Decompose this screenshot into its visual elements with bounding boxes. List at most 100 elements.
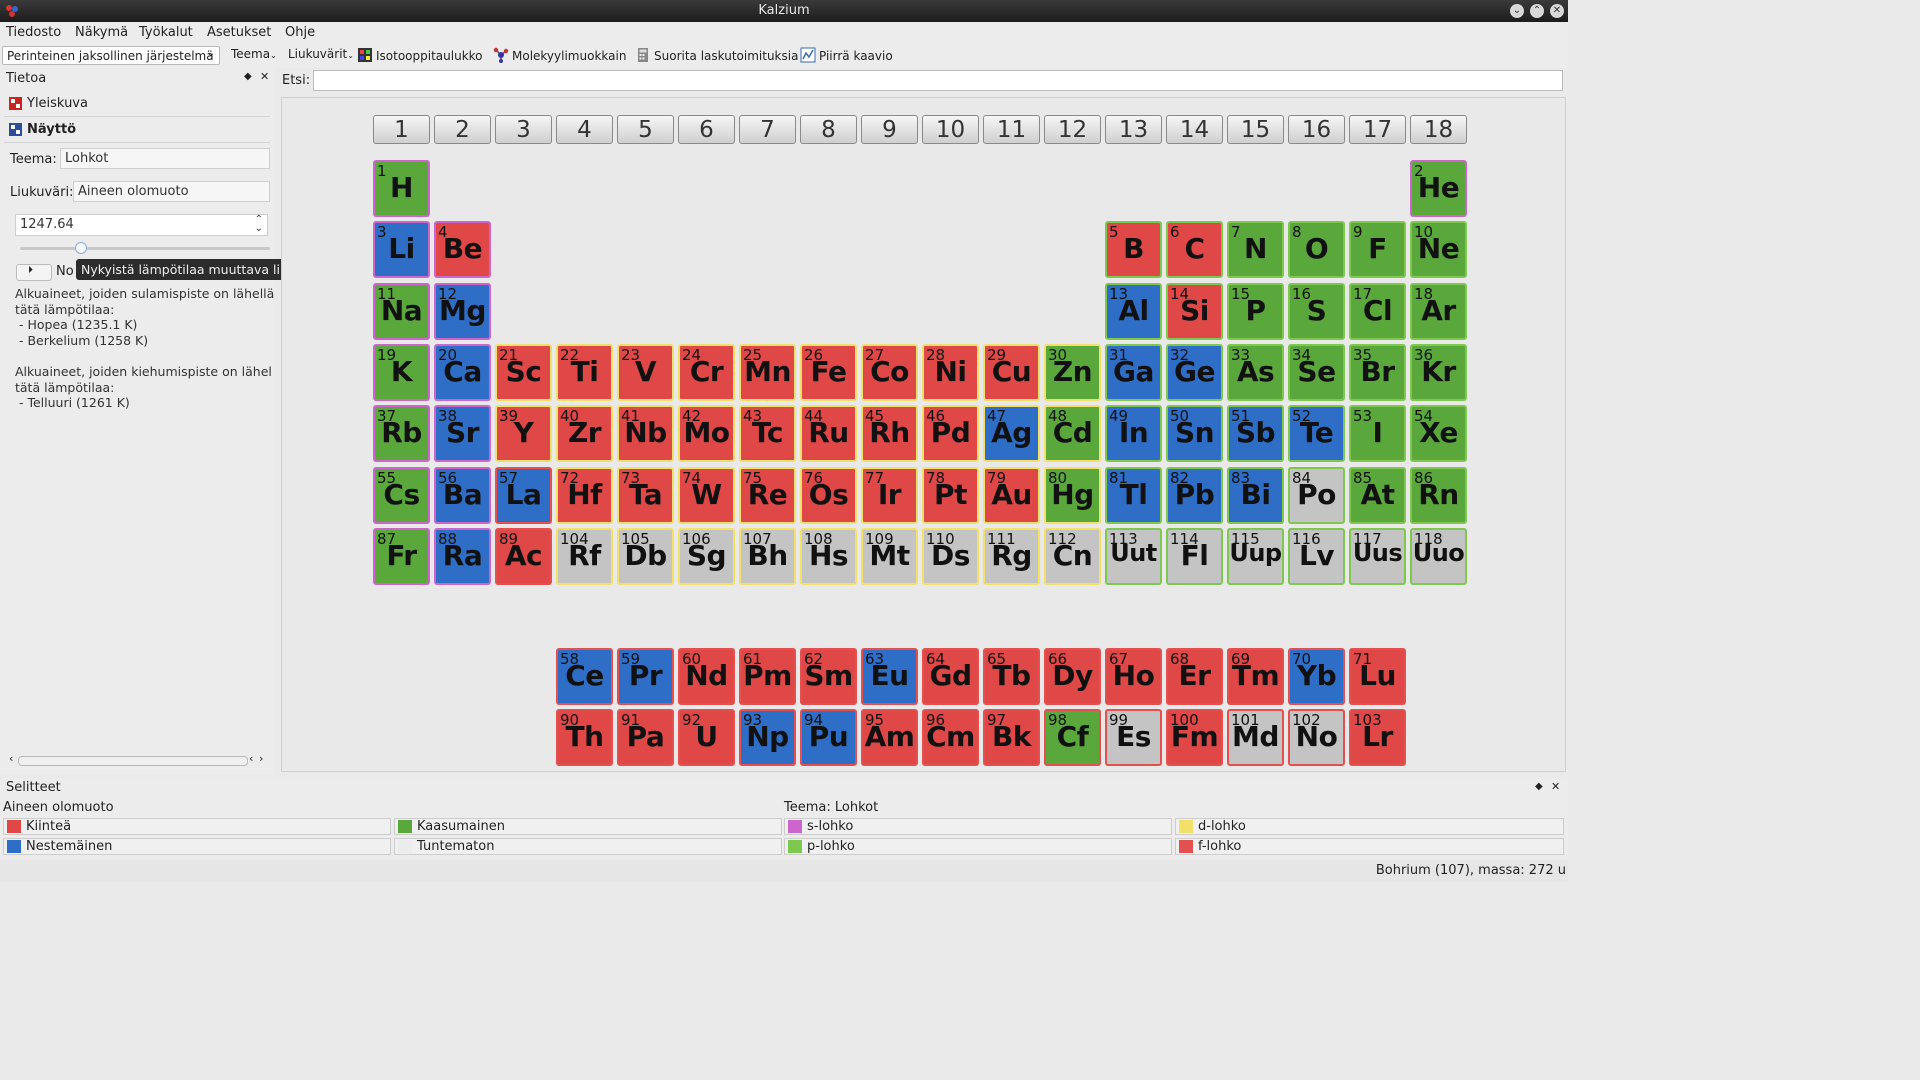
element-bh[interactable]: 107 Bh: [739, 527, 796, 585]
element-mn[interactable]: 25 Mn: [739, 343, 796, 401]
molecule-editor-button[interactable]: Molekyylimuokkain: [493, 47, 626, 63]
group-button-3[interactable]: 3: [495, 115, 552, 144]
scroll-left-icon[interactable]: ‹: [9, 752, 13, 765]
element-ds[interactable]: 110 Ds: [922, 527, 979, 585]
group-button-17[interactable]: 17: [1349, 115, 1406, 144]
element-cm[interactable]: 96 Cm: [922, 709, 979, 767]
element-mo[interactable]: 42 Mo: [678, 405, 735, 463]
element-se[interactable]: 34 Se: [1288, 343, 1345, 401]
element-ru[interactable]: 44 Ru: [800, 405, 857, 463]
element-uup[interactable]: 115 Uup: [1227, 527, 1284, 585]
element-es[interactable]: 99 Es: [1105, 709, 1162, 767]
tab-overview[interactable]: Yleiskuva: [4, 92, 270, 117]
element-bk[interactable]: 97 Bk: [983, 709, 1040, 767]
element-dy[interactable]: 66 Dy: [1044, 648, 1101, 705]
element-ne[interactable]: 10 Ne: [1410, 221, 1467, 279]
element-kr[interactable]: 36 Kr: [1410, 343, 1467, 401]
element-in[interactable]: 49 In: [1105, 405, 1162, 463]
menu-view[interactable]: Näkymä: [75, 25, 128, 40]
element-tm[interactable]: 69 Tm: [1227, 648, 1284, 705]
element-mg[interactable]: 12 Mg: [434, 282, 491, 340]
float-icon[interactable]: ◆: [1535, 781, 1543, 792]
element-co[interactable]: 27 Co: [861, 343, 918, 401]
element-o[interactable]: 8O: [1288, 221, 1345, 279]
element-he[interactable]: 2 He: [1410, 160, 1467, 217]
element-ac[interactable]: 89 Ac: [495, 527, 552, 585]
group-button-18[interactable]: 18: [1410, 115, 1467, 144]
group-button-1[interactable]: 1: [373, 115, 430, 144]
plot-button[interactable]: Piirrä kaavio: [800, 47, 893, 63]
element-ag[interactable]: 47 Ag: [983, 405, 1040, 463]
group-button-4[interactable]: 4: [556, 115, 613, 144]
element-pr[interactable]: 59 Pr: [617, 648, 674, 705]
element-la[interactable]: 57 La: [495, 466, 552, 524]
element-er[interactable]: 68 Er: [1166, 648, 1223, 705]
theme-button[interactable]: Teema⌄: [231, 47, 277, 61]
group-button-2[interactable]: 2: [434, 115, 491, 144]
element-ar[interactable]: 18 Ar: [1410, 282, 1467, 340]
element-pu[interactable]: 94 Pu: [800, 709, 857, 767]
element-p[interactable]: 15 P: [1227, 282, 1284, 340]
group-button-15[interactable]: 15: [1227, 115, 1284, 144]
search-input[interactable]: [313, 70, 1563, 91]
element-rg[interactable]: 111 Rg: [983, 527, 1040, 585]
spin-arrows-icon[interactable]: ⌃ ⌄: [255, 215, 263, 234]
element-zr[interactable]: 40 Zr: [556, 405, 613, 463]
group-button-13[interactable]: 13: [1105, 115, 1162, 144]
element-na[interactable]: 11 Na: [373, 282, 430, 340]
element-c[interactable]: 6C: [1166, 221, 1223, 279]
close-icon[interactable]: ✕: [260, 70, 269, 83]
close-button[interactable]: ✕: [1550, 4, 1564, 18]
element-ba[interactable]: 56 Ba: [434, 466, 491, 524]
group-button-6[interactable]: 6: [678, 115, 735, 144]
element-pa[interactable]: 91 Pa: [617, 709, 674, 767]
horizontal-scrollbar[interactable]: [18, 756, 248, 766]
element-cd[interactable]: 48 Cd: [1044, 405, 1101, 463]
group-button-11[interactable]: 11: [983, 115, 1040, 144]
element-cs[interactable]: 55 Cs: [373, 466, 430, 524]
element-k[interactable]: 19 K: [373, 343, 430, 401]
element-fe[interactable]: 26 Fe: [800, 343, 857, 401]
element-nd[interactable]: 60 Nd: [678, 648, 735, 705]
temperature-slider[interactable]: [20, 242, 270, 254]
menu-help[interactable]: Ohje: [285, 25, 315, 40]
group-button-5[interactable]: 5: [617, 115, 674, 144]
element-ti[interactable]: 22 Ti: [556, 343, 613, 401]
element-ga[interactable]: 31 Ga: [1105, 343, 1162, 401]
temperature-spinbox[interactable]: 1247.64 ⌃ ⌄: [15, 214, 268, 236]
element-yb[interactable]: 70 Yb: [1288, 648, 1345, 705]
element-no[interactable]: 102 No: [1288, 709, 1345, 767]
element-zn[interactable]: 30 Zn: [1044, 343, 1101, 401]
element-br[interactable]: 35 Br: [1349, 343, 1406, 401]
element-ce[interactable]: 58 Ce: [556, 648, 613, 705]
element-eu[interactable]: 63 Eu: [861, 648, 918, 705]
element-at[interactable]: 85 At: [1349, 466, 1406, 524]
play-button[interactable]: ⏵: [16, 264, 52, 281]
gradient-button[interactable]: Liukuvärit⌄: [288, 47, 354, 61]
element-am[interactable]: 95 Am: [861, 709, 918, 767]
element-uuo[interactable]: 118 Uuo: [1410, 527, 1467, 585]
element-ir[interactable]: 77 Ir: [861, 466, 918, 524]
element-cn[interactable]: 112 Cn: [1044, 527, 1101, 585]
element-md[interactable]: 101 Md: [1227, 709, 1284, 767]
element-ni[interactable]: 28 Ni: [922, 343, 979, 401]
element-hf[interactable]: 72 Hf: [556, 466, 613, 524]
element-sc[interactable]: 21 Sc: [495, 343, 552, 401]
element-lu[interactable]: 71 Lu: [1349, 648, 1406, 705]
menu-tools[interactable]: Työkalut: [139, 25, 193, 40]
calculate-button[interactable]: Suorita laskutoimituksia: [635, 47, 798, 63]
element-sr[interactable]: 38 Sr: [434, 405, 491, 463]
element-as[interactable]: 33 As: [1227, 343, 1284, 401]
element-u[interactable]: 92 U: [678, 709, 735, 767]
element-gd[interactable]: 64 Gd: [922, 648, 979, 705]
element-sn[interactable]: 50 Sn: [1166, 405, 1223, 463]
group-button-14[interactable]: 14: [1166, 115, 1223, 144]
element-np[interactable]: 93 Np: [739, 709, 796, 767]
group-button-16[interactable]: 16: [1288, 115, 1345, 144]
element-th[interactable]: 90 Th: [556, 709, 613, 767]
maximize-button[interactable]: ⌃: [1530, 4, 1544, 18]
element-cu[interactable]: 29 Cu: [983, 343, 1040, 401]
element-db[interactable]: 105 Db: [617, 527, 674, 585]
element-sg[interactable]: 106 Sg: [678, 527, 735, 585]
element-rb[interactable]: 37 Rb: [373, 405, 430, 463]
